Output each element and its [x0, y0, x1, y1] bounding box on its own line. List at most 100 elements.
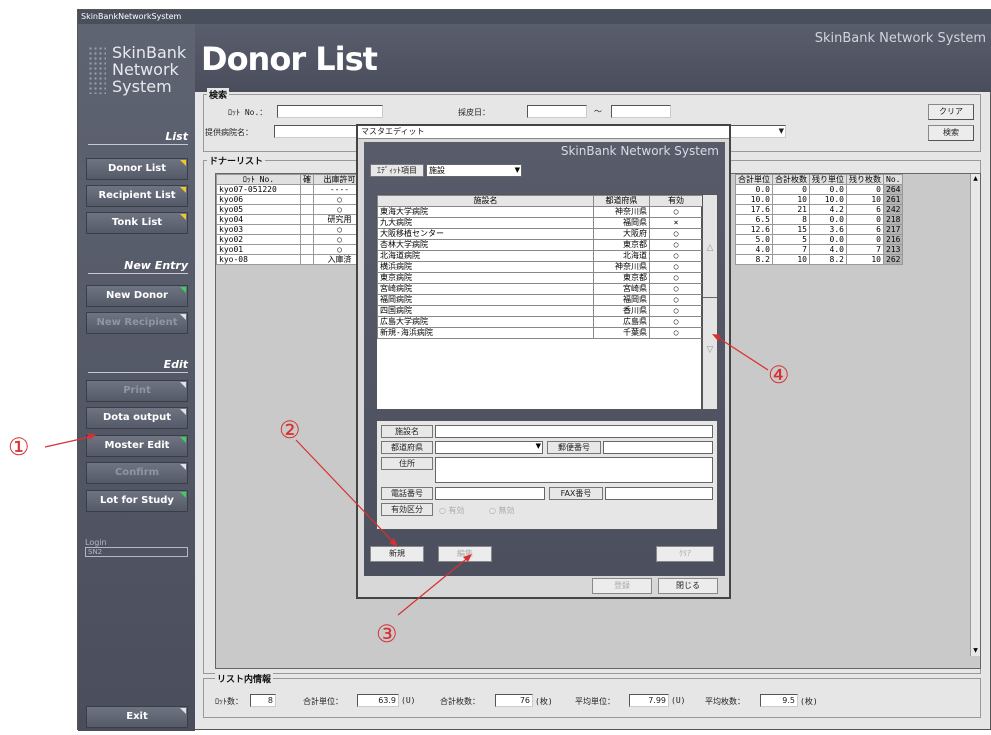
lot-for-study-button[interactable]: Lot for Study — [86, 490, 188, 512]
table-row[interactable]: 四国病院 香川県 ○ — [377, 305, 703, 317]
date-from-input[interactable] — [527, 105, 587, 118]
master-edit-button[interactable]: Moster Edit — [86, 435, 188, 457]
table-cell: 3.6 — [809, 224, 847, 235]
table-cell: 杏林大学病院 — [377, 239, 594, 251]
table-row[interactable]: 0.0 0 0.0 0 264 — [735, 184, 904, 195]
search-button[interactable]: 検索 — [928, 125, 974, 141]
invalid-radio[interactable]: ○ 無効 — [489, 505, 515, 516]
scroll-up-arrow-icon[interactable]: ▲ — [971, 174, 980, 184]
table-row[interactable]: kyo03 ○ — [216, 224, 366, 235]
donor-list-button[interactable]: Donor List — [86, 158, 188, 180]
tonk-list-button[interactable]: Tonk List — [86, 212, 188, 234]
table-row[interactable]: 10.0 10 10.0 10 261 — [735, 194, 904, 205]
table-row[interactable]: 8.2 10 8.2 10 262 — [735, 254, 904, 265]
exit-button[interactable]: Exit — [86, 706, 188, 728]
lot-no-input[interactable] — [277, 105, 383, 118]
close-button[interactable]: 閉じる — [658, 578, 718, 594]
table-row[interactable]: 福岡病院 福岡県 ○ — [377, 294, 703, 306]
column-header[interactable]: 合計枚数 — [772, 174, 810, 185]
register-button[interactable]: 登録 — [592, 578, 652, 594]
table-row[interactable]: kyo04 研究用 — [216, 214, 366, 225]
phone-label: 電話番号 — [381, 487, 433, 500]
date-range-separator: 〜 — [594, 107, 602, 116]
data-output-button[interactable]: Dota output — [86, 407, 188, 429]
facility-name-input[interactable] — [435, 425, 713, 438]
scroll-down-arrow-icon[interactable]: ▼ — [971, 646, 980, 656]
clear-button[interactable]: クリア — [928, 104, 974, 120]
table-row[interactable]: kyo-08 入庫済 — [216, 254, 366, 265]
scroll-down-arrow-icon[interactable]: ▽ — [703, 345, 717, 355]
form-clear-button[interactable]: ｸﾘｱ — [656, 546, 714, 562]
hospital-select[interactable] — [274, 125, 364, 138]
table-cell — [300, 204, 314, 215]
fax-input[interactable] — [605, 487, 713, 500]
table-row[interactable]: kyo05 ○ — [216, 204, 366, 215]
column-header[interactable]: 残り単位 — [809, 174, 847, 185]
phone-input[interactable] — [435, 487, 545, 500]
table-row[interactable]: 宮崎病院 宮崎県 ○ — [377, 283, 703, 295]
edit-item-select[interactable]: 施設 ▼ — [426, 164, 522, 177]
table-row[interactable]: 6.5 8 0.0 0 218 — [735, 214, 904, 225]
column-header[interactable]: 残り枚数 — [846, 174, 884, 185]
table-row[interactable]: kyo01 ○ — [216, 244, 366, 255]
table-row[interactable]: 17.6 21 4.2 6 242 — [735, 204, 904, 215]
table-cell: 東京都 — [593, 272, 650, 284]
table-cell: 7 — [846, 244, 884, 255]
table-cell: ○ — [649, 316, 703, 328]
table-row[interactable]: 4.0 7 4.0 7 213 — [735, 244, 904, 255]
avg-count-unit: (枚) — [800, 697, 818, 706]
scroll-up-arrow-icon[interactable]: △ — [703, 243, 717, 253]
table-row[interactable]: 5.0 5 0.0 0 216 — [735, 234, 904, 245]
column-header[interactable]: 合計単位 — [735, 174, 773, 185]
prefecture-select[interactable]: ▼ — [435, 441, 543, 454]
new-button[interactable]: 新規 — [370, 546, 424, 562]
table-cell: 242 — [882, 204, 904, 215]
recipient-list-button[interactable]: Recipient List — [86, 185, 188, 207]
table-cell: 0.0 — [809, 214, 847, 225]
search-panel-title: 検索 — [207, 88, 230, 101]
table-row[interactable]: 東海大学病院 神奈川県 ○ — [377, 206, 703, 218]
table-row[interactable]: kyo07-051220 ---- — [216, 184, 366, 195]
facility-table-area: 施設名 都道府県 有効 東海大学病院 神奈川県 ○ 九大病院 福岡県 × 大阪移植センター大… — [376, 194, 703, 410]
table-row[interactable]: kyo06 ○ — [216, 194, 366, 205]
table-row[interactable]: kyo02 ○ — [216, 234, 366, 245]
print-button[interactable]: Print — [86, 380, 188, 402]
facility-table-scrollbar[interactable]: △ ▽ — [702, 194, 718, 410]
table-row[interactable]: 九大病院 福岡県 × — [377, 217, 703, 229]
table-cell: ○ — [649, 283, 703, 295]
table-row[interactable]: 横浜病院 神奈川県 ○ — [377, 261, 703, 273]
table-row[interactable]: 12.6 15 3.6 6 217 — [735, 224, 904, 235]
new-donor-button[interactable]: New Donor — [86, 285, 188, 307]
column-header[interactable]: 確 — [300, 174, 314, 185]
address-input[interactable] — [435, 457, 713, 483]
donor-table-scrollbar[interactable]: ▲ ▼ — [970, 174, 980, 656]
table-row[interactable]: 新規-海浜病院 千葉県 ○ — [377, 327, 703, 339]
master-edit-dialog: マスタエディット SkinBank Network System ｴﾃﾞｨｯﾄ項… — [356, 124, 731, 599]
table-cell: kyo06 — [216, 194, 301, 205]
edit-button[interactable]: 編集 — [438, 546, 492, 562]
table-cell — [300, 184, 314, 195]
table-row[interactable]: 大阪移植センター 大阪府 ○ — [377, 228, 703, 240]
table-row[interactable]: 広島大学病院 広島県 ○ — [377, 316, 703, 328]
postal-code-input[interactable] — [603, 441, 713, 454]
prefecture-label: 都道府県 — [381, 441, 433, 454]
table-row[interactable]: 杏林大学病院 東京都 ○ — [377, 239, 703, 251]
confirm-button[interactable]: Confirm — [86, 462, 188, 484]
address-label: 住所 — [381, 457, 433, 470]
date-to-input[interactable] — [611, 105, 671, 118]
valid-radio[interactable]: ○ 有効 — [439, 505, 465, 516]
postal-code-label: 郵便番号 — [547, 441, 601, 454]
table-row[interactable]: 北海道病院 北海道 ○ — [377, 250, 703, 262]
scroll-thumb[interactable] — [703, 297, 717, 298]
table-cell: ○ — [649, 272, 703, 284]
sidebar-section-edit: Edit — [88, 358, 188, 373]
new-recipient-button[interactable]: New Recipient — [86, 312, 188, 334]
column-header[interactable]: ﾛｯﾄ No. — [216, 174, 301, 185]
avg-units-unit: (U) — [671, 696, 686, 705]
column-header[interactable]: 有効 — [649, 195, 703, 207]
table-cell: ○ — [649, 239, 703, 251]
column-header[interactable]: No. — [882, 174, 904, 185]
column-header[interactable]: 施設名 — [377, 195, 594, 207]
column-header[interactable]: 都道府県 — [593, 195, 650, 207]
table-row[interactable]: 東京病院 東京都 ○ — [377, 272, 703, 284]
